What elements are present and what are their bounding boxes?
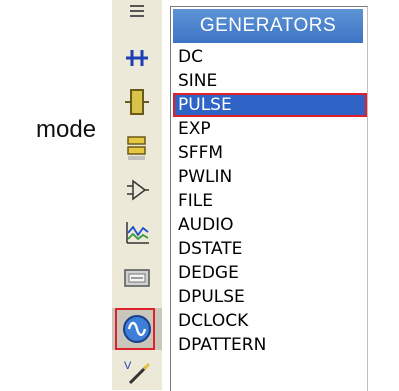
probe-icon[interactable]: V <box>112 354 162 390</box>
generators-panel: GENERATORS DC SINE PULSE EXP SFFM PWLIN FILE AU… <box>170 6 368 391</box>
generator-item-dclock[interactable]: DCLOCK <box>173 309 367 333</box>
generator-item-exp[interactable]: EXP <box>173 117 367 141</box>
component-icon[interactable] <box>112 82 162 122</box>
generator-item-audio[interactable]: AUDIO <box>173 213 367 237</box>
generator-item-dstate[interactable]: DSTATE <box>173 237 367 261</box>
generator-item-sine[interactable]: SINE <box>173 69 367 93</box>
generator-icon[interactable] <box>112 308 162 350</box>
subcircuit-port-icon[interactable] <box>112 172 162 208</box>
bus-icon[interactable] <box>112 0 162 26</box>
generator-item-dc[interactable]: DC <box>173 45 367 69</box>
virtual-instrument-icon[interactable] <box>112 258 162 298</box>
generator-item-dpulse[interactable]: DPULSE <box>173 285 367 309</box>
generator-item-pulse[interactable]: PULSE <box>173 93 367 117</box>
generator-list: DC SINE PULSE EXP SFFM PWLIN FILE AUDIO DSTATE DE… <box>173 45 367 357</box>
generator-item-pwlin[interactable]: PWLIN <box>173 165 367 189</box>
generator-item-dedge[interactable]: DEDGE <box>173 261 367 285</box>
mode-caption: mode <box>36 116 97 143</box>
mode-toolbar: V <box>112 0 162 390</box>
generator-item-dpattern[interactable]: DPATTERN <box>173 333 367 357</box>
graph-icon[interactable] <box>112 214 162 252</box>
generator-item-sffm[interactable]: SFFM <box>173 141 367 165</box>
panel-title: GENERATORS <box>173 9 363 43</box>
junction-icon[interactable] <box>112 40 162 76</box>
svg-text:V: V <box>124 360 132 372</box>
terminal-icon[interactable] <box>112 130 162 166</box>
generator-item-file[interactable]: FILE <box>173 189 367 213</box>
